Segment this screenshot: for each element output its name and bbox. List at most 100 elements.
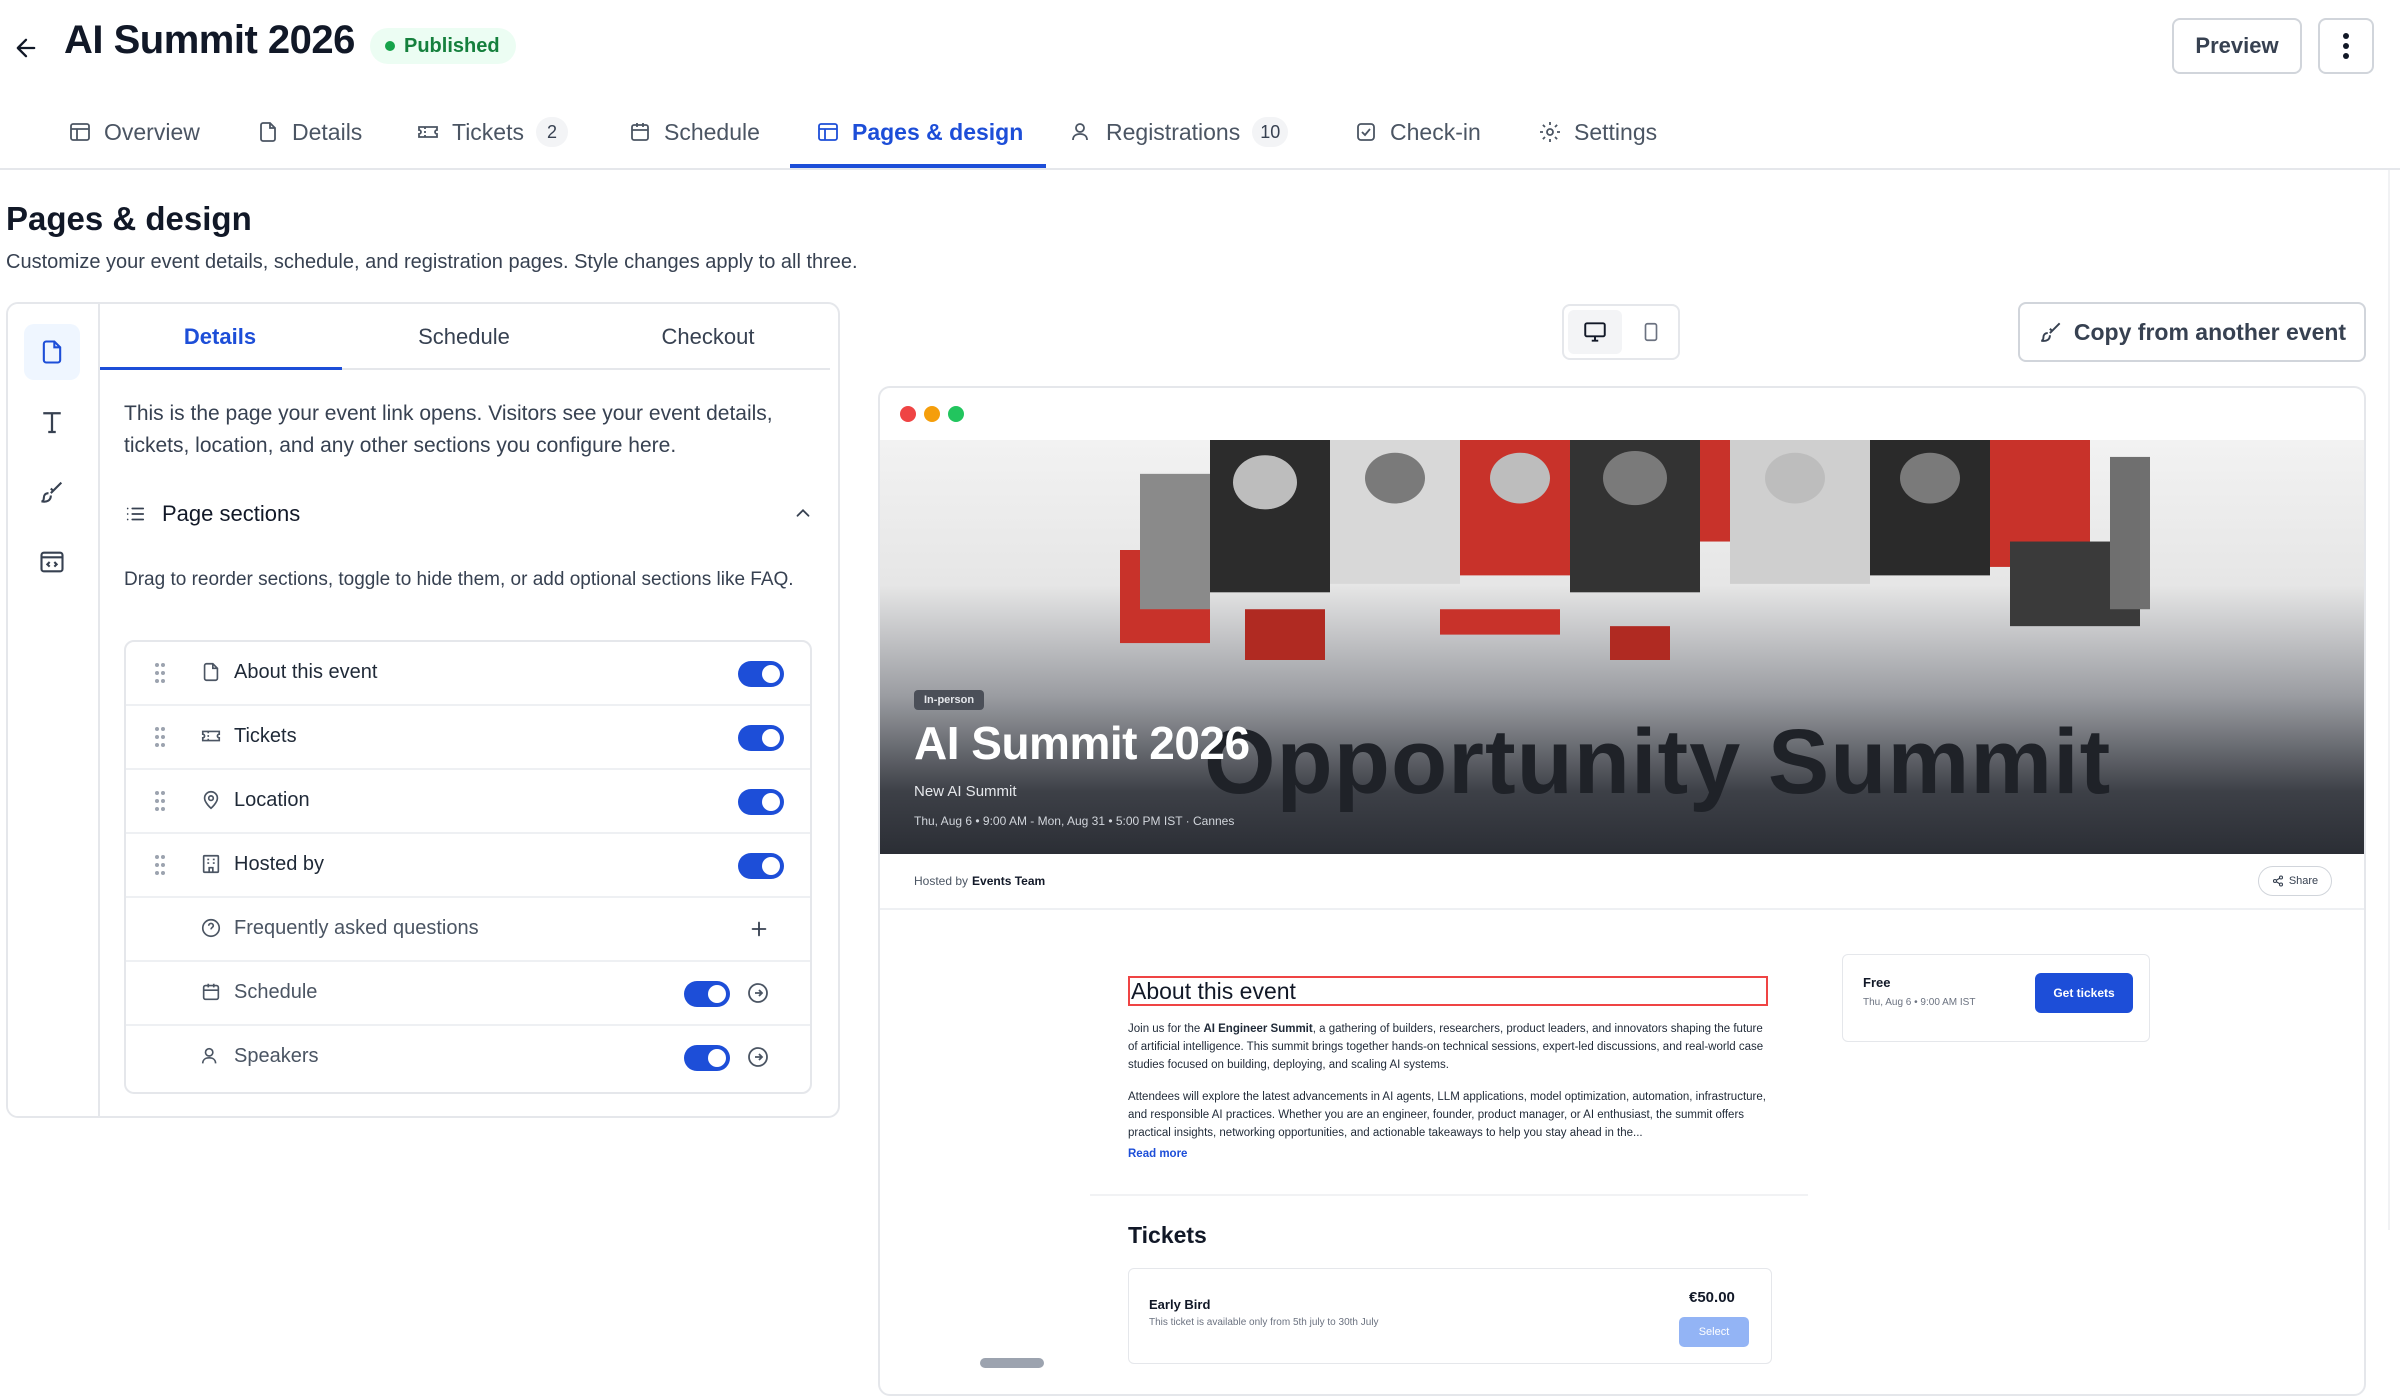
window-close-dot bbox=[900, 406, 916, 422]
section-row-schedule[interactable]: Schedule bbox=[126, 962, 810, 1026]
tab-tickets[interactable]: Tickets 2 bbox=[416, 110, 568, 154]
tab-label: Tickets bbox=[452, 118, 524, 145]
tab-label: Overview bbox=[104, 118, 200, 145]
tab-registrations[interactable]: Registrations 10 bbox=[1070, 110, 1289, 154]
subtab-details[interactable]: Details bbox=[100, 304, 340, 370]
file-icon bbox=[260, 122, 276, 142]
hosted-by-label: Hosted by bbox=[914, 874, 969, 888]
section-toggle[interactable] bbox=[684, 981, 730, 1007]
user-icon bbox=[201, 1047, 217, 1064]
window-maximize-dot bbox=[948, 406, 964, 422]
ticket-icon bbox=[201, 730, 221, 742]
map-pin-icon bbox=[203, 790, 219, 810]
arrow-right-circle-icon bbox=[748, 983, 768, 1003]
section-row-hosted-by[interactable]: Hosted by bbox=[126, 834, 810, 898]
section-toggle[interactable] bbox=[738, 853, 784, 879]
active-subtab-indicator bbox=[100, 367, 342, 370]
brush-icon bbox=[2040, 322, 2061, 342]
preview-button[interactable]: Preview bbox=[2172, 18, 2302, 74]
registrations-count: 10 bbox=[1252, 117, 1289, 147]
more-options-button[interactable] bbox=[2318, 18, 2374, 74]
section-toggle[interactable] bbox=[738, 661, 784, 687]
get-tickets-button[interactable]: Get tickets bbox=[2035, 973, 2133, 1013]
page-sections-header[interactable]: Page sections bbox=[124, 494, 814, 534]
drag-handle-icon bbox=[155, 727, 165, 747]
rail-typography-button[interactable] bbox=[24, 394, 80, 450]
tab-settings[interactable]: Settings bbox=[1538, 110, 1657, 154]
preview-event-date: Thu, Aug 6 • 9:00 AM - Mon, Aug 31 • 5:0… bbox=[914, 814, 1235, 828]
user-icon bbox=[1072, 123, 1088, 141]
window-minimize-dot bbox=[924, 406, 940, 422]
tab-label: Details bbox=[292, 118, 363, 145]
read-more-link[interactable]: Read more bbox=[1128, 1148, 1187, 1160]
event-type-badge: In-person bbox=[914, 690, 985, 710]
mobile-view-button[interactable] bbox=[1624, 310, 1678, 354]
tab-schedule[interactable]: Schedule bbox=[628, 110, 760, 154]
calendar-icon bbox=[202, 983, 220, 1001]
event-hero-banner: In-person Opportunity Summit AI Summit 2… bbox=[880, 440, 2364, 854]
status-badge: Published bbox=[370, 28, 516, 64]
tab-label: Check-in bbox=[1390, 118, 1481, 145]
host-name: Events Team bbox=[972, 874, 1046, 888]
page-sections-title: Page sections bbox=[162, 501, 301, 526]
section-divider bbox=[1090, 1194, 1808, 1196]
section-row-tickets[interactable]: Tickets bbox=[126, 706, 810, 770]
tab-label: Pages & design bbox=[852, 118, 1024, 145]
desktop-view-button[interactable] bbox=[1568, 310, 1622, 354]
ticket-note: This ticket is available only from 5th j… bbox=[1149, 1317, 1379, 1328]
section-label: Location bbox=[234, 789, 310, 811]
page-scrollbar[interactable] bbox=[2388, 170, 2398, 1230]
hero-watermark-text: Opportunity Summit bbox=[1204, 711, 2112, 813]
horizontal-scroll-handle[interactable] bbox=[980, 1358, 1044, 1368]
tab-check-in[interactable]: Check-in bbox=[1354, 110, 1481, 154]
layout-icon bbox=[70, 123, 90, 141]
section-label: Tickets bbox=[234, 725, 297, 747]
drag-handle-icon bbox=[155, 791, 165, 811]
arrow-right-circle-icon bbox=[748, 1047, 768, 1067]
subtab-checkout[interactable]: Checkout bbox=[588, 304, 828, 370]
section-label: Speakers bbox=[234, 1045, 319, 1067]
ticket-summary-price: Free bbox=[1863, 975, 1891, 990]
section-row-about[interactable]: About this event bbox=[126, 642, 810, 706]
ticket-summary-card: Free Thu, Aug 6 • 9:00 AM IST Get ticket… bbox=[1842, 954, 2150, 1042]
section-toggle[interactable] bbox=[738, 725, 784, 751]
about-paragraph-2: Attendees will explore the latest advanc… bbox=[1128, 1091, 1766, 1139]
ticket-price: €50.00 bbox=[1689, 1289, 1735, 1306]
type-icon bbox=[43, 412, 61, 434]
section-toggle[interactable] bbox=[738, 789, 784, 815]
subtab-schedule[interactable]: Schedule bbox=[344, 304, 584, 370]
tab-overview[interactable]: Overview bbox=[68, 110, 200, 154]
section-toggle[interactable] bbox=[684, 1045, 730, 1071]
tickets-count: 2 bbox=[536, 117, 568, 147]
rail-style-button[interactable] bbox=[24, 464, 80, 520]
preview-event-title: AI Summit 2026 bbox=[914, 717, 1250, 769]
smartphone-icon bbox=[1644, 322, 1658, 342]
section-row-location[interactable]: Location bbox=[126, 770, 810, 834]
page-description: Customize your event details, schedule, … bbox=[6, 251, 858, 273]
share-button[interactable]: Share bbox=[2258, 866, 2332, 896]
section-row-speakers[interactable]: Speakers bbox=[126, 1026, 810, 1090]
about-section-title[interactable]: About this event bbox=[1128, 976, 1768, 1006]
select-ticket-button[interactable]: Select bbox=[1679, 1317, 1749, 1347]
section-row-faq[interactable]: Frequently asked questions bbox=[126, 898, 810, 962]
tab-label: Registrations bbox=[1106, 118, 1241, 145]
ticket-name: Early Bird bbox=[1149, 1297, 1211, 1312]
tab-details[interactable]: Details bbox=[256, 110, 362, 154]
copy-from-event-button[interactable]: Copy from another event bbox=[2018, 302, 2366, 362]
editor-rail bbox=[8, 304, 100, 1116]
page-sections-list: About this event Tickets Location Hosted… bbox=[124, 640, 812, 1094]
speaker-collage-image bbox=[1120, 440, 2150, 660]
tab-label: Settings bbox=[1574, 118, 1658, 145]
tab-pages-design[interactable]: Pages & design bbox=[816, 110, 1023, 154]
code-window-icon bbox=[40, 551, 64, 573]
preview-event-subtitle: New AI Summit bbox=[914, 783, 1017, 800]
page-title: Pages & design bbox=[6, 200, 252, 237]
share-icon bbox=[2272, 875, 2283, 887]
rail-embed-button[interactable] bbox=[24, 534, 80, 590]
tickets-section-title: Tickets bbox=[1128, 1222, 1207, 1248]
copy-label: Copy from another event bbox=[2073, 318, 2347, 345]
building-icon bbox=[202, 854, 220, 874]
rail-pages-button[interactable] bbox=[24, 324, 80, 380]
share-label: Share bbox=[2288, 875, 2319, 887]
back-arrow-icon[interactable] bbox=[6, 28, 46, 68]
